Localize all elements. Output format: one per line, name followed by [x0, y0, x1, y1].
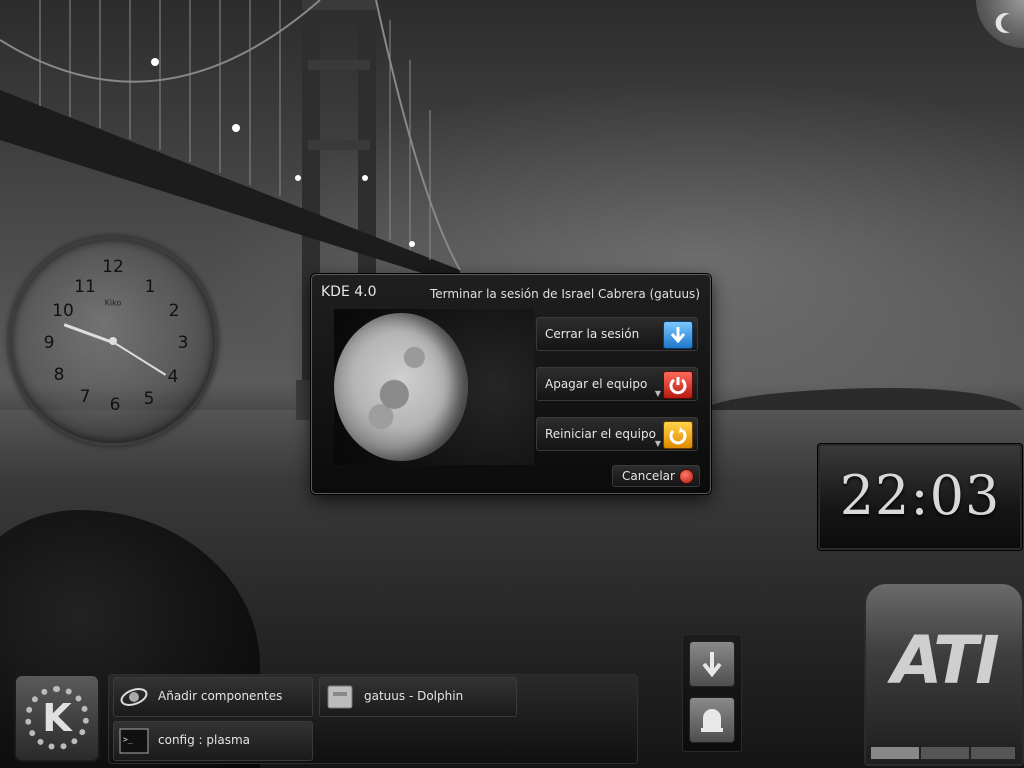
- task-add-widgets[interactable]: Añadir componentes: [113, 677, 313, 717]
- clock-number: 10: [52, 301, 74, 321]
- minute-hand: [112, 341, 167, 376]
- ati-bar-segment: [920, 746, 970, 760]
- logout-arrow-icon: [663, 321, 693, 349]
- task-terminal[interactable]: >_ config : plasma: [113, 721, 313, 761]
- ati-logo-widget[interactable]: ATI: [864, 582, 1024, 766]
- clock-number: 8: [53, 365, 65, 385]
- logout-button[interactable]: Cerrar la sesión: [536, 317, 698, 351]
- task-label: Añadir componentes: [158, 689, 283, 703]
- clock-number: 7: [79, 387, 91, 407]
- task-label: gatuus - Dolphin: [364, 689, 464, 703]
- cancel-button[interactable]: Cancelar: [612, 465, 700, 487]
- clock-center-pin: [109, 337, 117, 345]
- plasma-cashew-icon: [995, 13, 1010, 33]
- dialog-product-label: KDE 4.0: [321, 284, 377, 300]
- task-label: config : plasma: [158, 733, 250, 747]
- shutdown-button-label: Apagar el equipo: [545, 377, 648, 391]
- kickoff-menu-button[interactable]: K: [14, 674, 100, 762]
- restart-button-label: Reiniciar el equipo: [545, 427, 656, 441]
- logout-button-label: Cerrar la sesión: [545, 327, 640, 341]
- clock-number: 6: [109, 395, 121, 415]
- chevron-down-icon[interactable]: ▼: [655, 389, 661, 398]
- restart-button[interactable]: Reiniciar el equipo ▼: [536, 417, 698, 451]
- hour-hand: [63, 323, 114, 344]
- lock-icon: [701, 709, 723, 732]
- ati-logo: ATI: [891, 622, 999, 699]
- kde-k-logo: K: [42, 696, 72, 740]
- clock-number: 11: [74, 277, 96, 297]
- clock-brand: Kiko: [104, 298, 122, 308]
- clock-number: 4: [167, 367, 179, 387]
- lockout-widget: [682, 634, 742, 752]
- digital-clock-time: 22:03: [839, 464, 1001, 527]
- clock-number: 9: [43, 333, 55, 353]
- cancel-button-label: Cancelar: [622, 469, 675, 483]
- clock-number: 5: [143, 389, 155, 409]
- clock-number: 2: [168, 301, 180, 321]
- moon-image: [334, 313, 468, 461]
- power-icon: [663, 371, 693, 399]
- restart-icon: [663, 421, 693, 449]
- dialog-title: Terminar la sesión de Israel Cabrera (ga…: [429, 287, 700, 301]
- ati-bar-segment: [870, 746, 920, 760]
- desktop-toolbox-cashew[interactable]: [976, 0, 1024, 48]
- shutdown-button[interactable]: Apagar el equipo ▼: [536, 367, 698, 401]
- logout-dialog: KDE 4.0 Terminar la sesión de Israel Cab…: [311, 274, 711, 494]
- lockout-logout-button[interactable]: [689, 641, 735, 687]
- digital-clock-widget[interactable]: 22:03: [818, 444, 1022, 550]
- clock-number: 12: [102, 257, 124, 277]
- taskbar: Añadir componentes gatuus - Dolphin >_ c…: [108, 674, 638, 764]
- add-widgets-icon: [120, 688, 148, 706]
- lockout-lock-button[interactable]: [689, 697, 735, 743]
- cancel-icon: [679, 469, 694, 484]
- analog-clock-widget[interactable]: 12 1 2 3 4 5 6 7 8 9 10 11 Kiko: [8, 236, 218, 446]
- clock-number: 3: [177, 333, 189, 353]
- down-arrow-icon: [702, 652, 722, 678]
- task-dolphin[interactable]: gatuus - Dolphin: [319, 677, 517, 717]
- ati-bar-segment: [970, 746, 1016, 760]
- chevron-down-icon[interactable]: ▼: [655, 439, 661, 448]
- moon-image-panel: [334, 309, 534, 465]
- kde-gear-icon: K: [25, 686, 89, 750]
- dolphin-drawer-icon: [327, 685, 353, 709]
- terminal-icon: >_: [119, 728, 149, 754]
- clock-number: 1: [144, 277, 156, 297]
- svg-text:>_: >_: [123, 735, 133, 744]
